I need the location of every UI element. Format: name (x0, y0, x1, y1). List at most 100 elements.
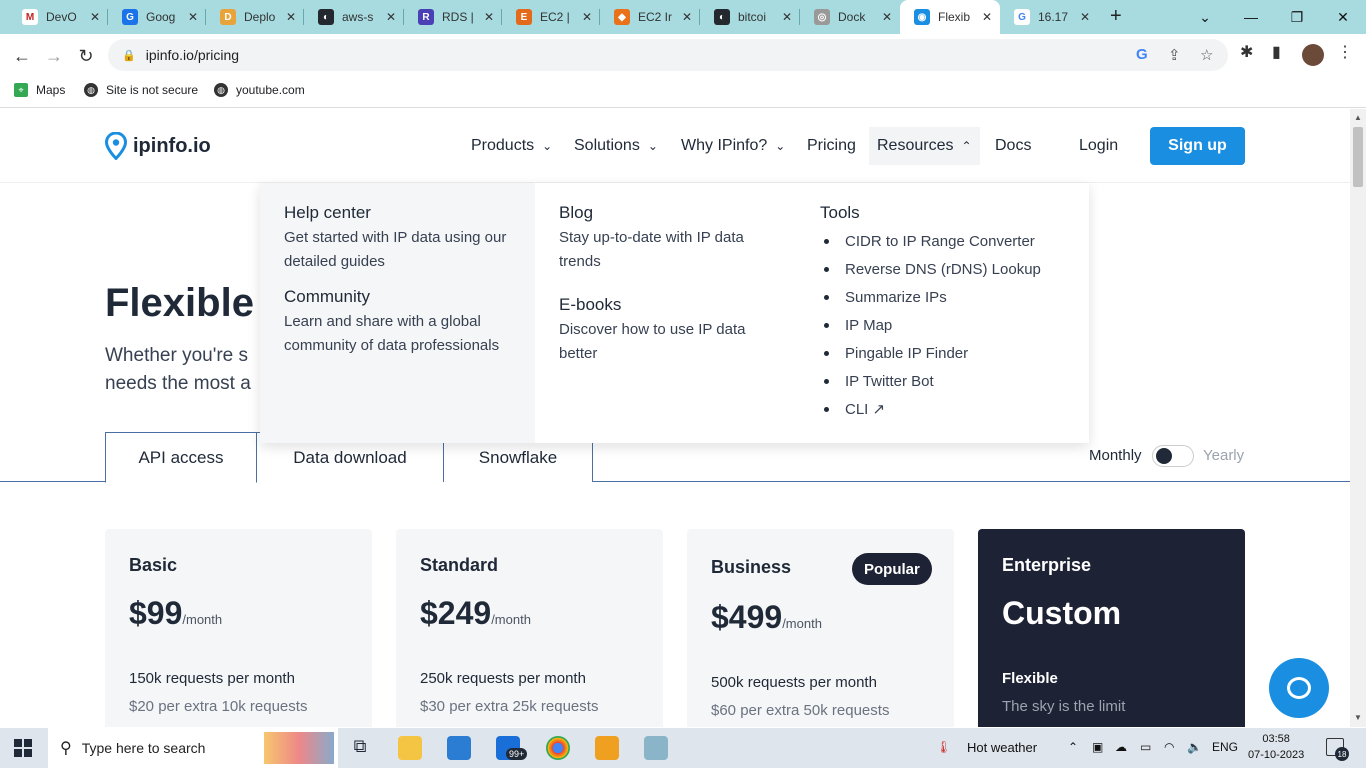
scrollbar-thumb[interactable] (1353, 127, 1363, 187)
close-icon[interactable]: ✕ (982, 10, 992, 24)
plan-requests: 250k requests per month (420, 670, 586, 687)
close-icon[interactable]: ✕ (682, 10, 692, 24)
forward-icon[interactable]: → (40, 42, 68, 70)
tab-search-icon[interactable]: ⌄ (1182, 0, 1228, 34)
notepad-icon[interactable] (644, 736, 668, 760)
close-icon[interactable]: ✕ (1080, 10, 1090, 24)
close-icon[interactable]: ✕ (386, 10, 396, 24)
bookmark-label: Site is not secure (106, 83, 199, 97)
weather-icon[interactable]: 🌡 (936, 740, 951, 754)
browser-tab[interactable]: G 16.17 ✕ (1000, 0, 1098, 34)
battery-icon[interactable]: ▭ (1140, 740, 1151, 754)
tool-link[interactable]: Summarize IPs (820, 283, 1041, 311)
browser-tab[interactable]: D Deplo ✕ (206, 0, 304, 34)
minimize-button[interactable]: — (1228, 0, 1274, 34)
clock[interactable]: 03:58 07-10-2023 (1248, 731, 1304, 763)
language-indicator[interactable]: ENG (1212, 740, 1238, 754)
weather-text[interactable]: Hot weather (967, 740, 1037, 755)
signup-button[interactable]: Sign up (1150, 127, 1245, 165)
scroll-down-icon[interactable]: ▼ (1354, 713, 1362, 722)
site-logo[interactable]: ipinfo.io (105, 132, 211, 160)
tool-link[interactable]: Reverse DNS (rDNS) Lookup (820, 255, 1041, 283)
browser-tab[interactable]: E EC2 | ✕ (502, 0, 600, 34)
tool-link[interactable]: IP Twitter Bot (820, 367, 1041, 395)
bookmark-site[interactable]: ◍ Site is not secure (84, 83, 198, 97)
site-header: ipinfo.io Products ⌄ Solutions ⌄ Why IPinf… (0, 109, 1350, 183)
nav-resources[interactable]: Resources ⌃ (869, 127, 980, 165)
login-link[interactable]: Login (1079, 136, 1118, 156)
billing-toggle[interactable] (1152, 445, 1194, 467)
nav-products[interactable]: Products ⌄ (471, 136, 552, 156)
restore-button[interactable]: ❐ (1274, 0, 1320, 34)
scroll-up-icon[interactable]: ▲ (1354, 113, 1362, 122)
mail-icon[interactable]: 99+ (496, 736, 528, 760)
taskbar-search[interactable]: ⚲ Type here to search (48, 728, 338, 768)
tab-api-access[interactable]: API access (105, 432, 257, 483)
lock-icon[interactable]: 🔒 (122, 49, 136, 62)
close-icon[interactable]: ✕ (90, 10, 100, 24)
meet-icon[interactable]: ▣ (1092, 740, 1103, 754)
menu-help-center[interactable]: Help center Get started with IP data usi… (284, 203, 524, 274)
nav-docs[interactable]: Docs (995, 136, 1031, 156)
extensions-icon[interactable]: ✱ (1240, 42, 1253, 62)
menu-ebooks[interactable]: E-books Discover how to use IP data bett… (559, 295, 769, 366)
close-icon[interactable]: ✕ (484, 10, 494, 24)
close-icon[interactable]: ✕ (188, 10, 198, 24)
page-scrollbar[interactable]: ▲ ▼ (1350, 109, 1366, 727)
bookmark-maps[interactable]: ⌖ Maps (14, 83, 65, 97)
browser-tab[interactable]: ◐ bitcoi ✕ (700, 0, 800, 34)
windows-start-icon[interactable] (14, 739, 32, 757)
browser-tab[interactable]: G Goog ✕ (108, 0, 206, 34)
task-view-icon[interactable]: ⧉ (348, 736, 372, 760)
side-panel-icon[interactable]: ▮ (1272, 42, 1281, 62)
nav-pricing[interactable]: Pricing (807, 136, 856, 156)
volume-icon[interactable]: 🔈 (1187, 740, 1202, 754)
notifications-icon[interactable]: 18 (1326, 738, 1349, 761)
address-bar[interactable]: 🔒 ipinfo.io/pricing G ⇪ ☆ (108, 39, 1228, 71)
cloud-icon[interactable]: ☁ (1115, 740, 1127, 754)
share-icon[interactable]: ⇪ (1168, 46, 1181, 64)
chevron-down-icon: ⌄ (647, 139, 658, 153)
reload-icon[interactable]: ↻ (72, 42, 100, 70)
show-hidden-icons[interactable]: ⌃ (1068, 740, 1078, 754)
browser-tab[interactable]: ◐ aws-s ✕ (304, 0, 404, 34)
bookmark-youtube[interactable]: ◍ youtube.com (214, 83, 305, 97)
chat-button[interactable] (1269, 658, 1329, 718)
billing-monthly-label[interactable]: Monthly (1089, 447, 1142, 464)
menu-blog[interactable]: Blog Stay up-to-date with IP data trends (559, 203, 769, 274)
menu-community[interactable]: Community Learn and share with a global … (284, 287, 524, 358)
browser-tab[interactable]: R RDS | ✕ (404, 0, 502, 34)
plan-name: Standard (420, 555, 499, 575)
new-tab-button[interactable]: + (1110, 5, 1122, 28)
browser-tab[interactable]: ◎ Dock ✕ (800, 0, 900, 34)
close-icon[interactable]: ✕ (882, 10, 892, 24)
star-icon[interactable]: ☆ (1200, 46, 1213, 64)
google-lens-icon[interactable]: G (1136, 46, 1148, 63)
back-icon[interactable]: ← (8, 42, 36, 70)
close-icon[interactable]: ✕ (286, 10, 296, 24)
chrome-icon[interactable] (546, 736, 570, 760)
url-text[interactable]: ipinfo.io/pricing (146, 47, 239, 63)
nav-why-ipinfo[interactable]: Why IPinfo? ⌄ (681, 136, 785, 156)
file-explorer-icon[interactable] (398, 736, 422, 760)
nav-solutions[interactable]: Solutions ⌄ (574, 136, 658, 156)
profile-avatar[interactable] (1302, 44, 1324, 66)
browser-tab[interactable]: ◆ EC2 Ir ✕ (600, 0, 700, 34)
billing-yearly-label[interactable]: Yearly (1203, 447, 1244, 464)
close-window-button[interactable]: ✕ (1320, 0, 1366, 34)
menu-item-desc: Discover how to use IP data better (559, 321, 746, 362)
tool-link[interactable]: Pingable IP Finder (820, 339, 1041, 367)
browser-tab-active[interactable]: ◉ Flexib ✕ (900, 0, 1000, 34)
wifi-icon[interactable]: ◠ (1164, 740, 1174, 754)
browser-tab[interactable]: M DevO ✕ (8, 0, 108, 34)
menu-icon[interactable]: ⋮ (1337, 42, 1353, 62)
app-icon[interactable] (595, 736, 619, 760)
close-icon[interactable]: ✕ (782, 10, 792, 24)
store-icon[interactable] (447, 736, 471, 760)
close-icon[interactable]: ✕ (582, 10, 592, 24)
plan-card-enterprise: Enterprise Custom Flexible The sky is th… (978, 529, 1245, 727)
tool-link[interactable]: CIDR to IP Range Converter (820, 227, 1041, 255)
tool-link[interactable]: IP Map (820, 311, 1041, 339)
nav-label: Why IPinfo? (681, 137, 768, 154)
tool-link[interactable]: CLI ↗ (820, 395, 1041, 423)
